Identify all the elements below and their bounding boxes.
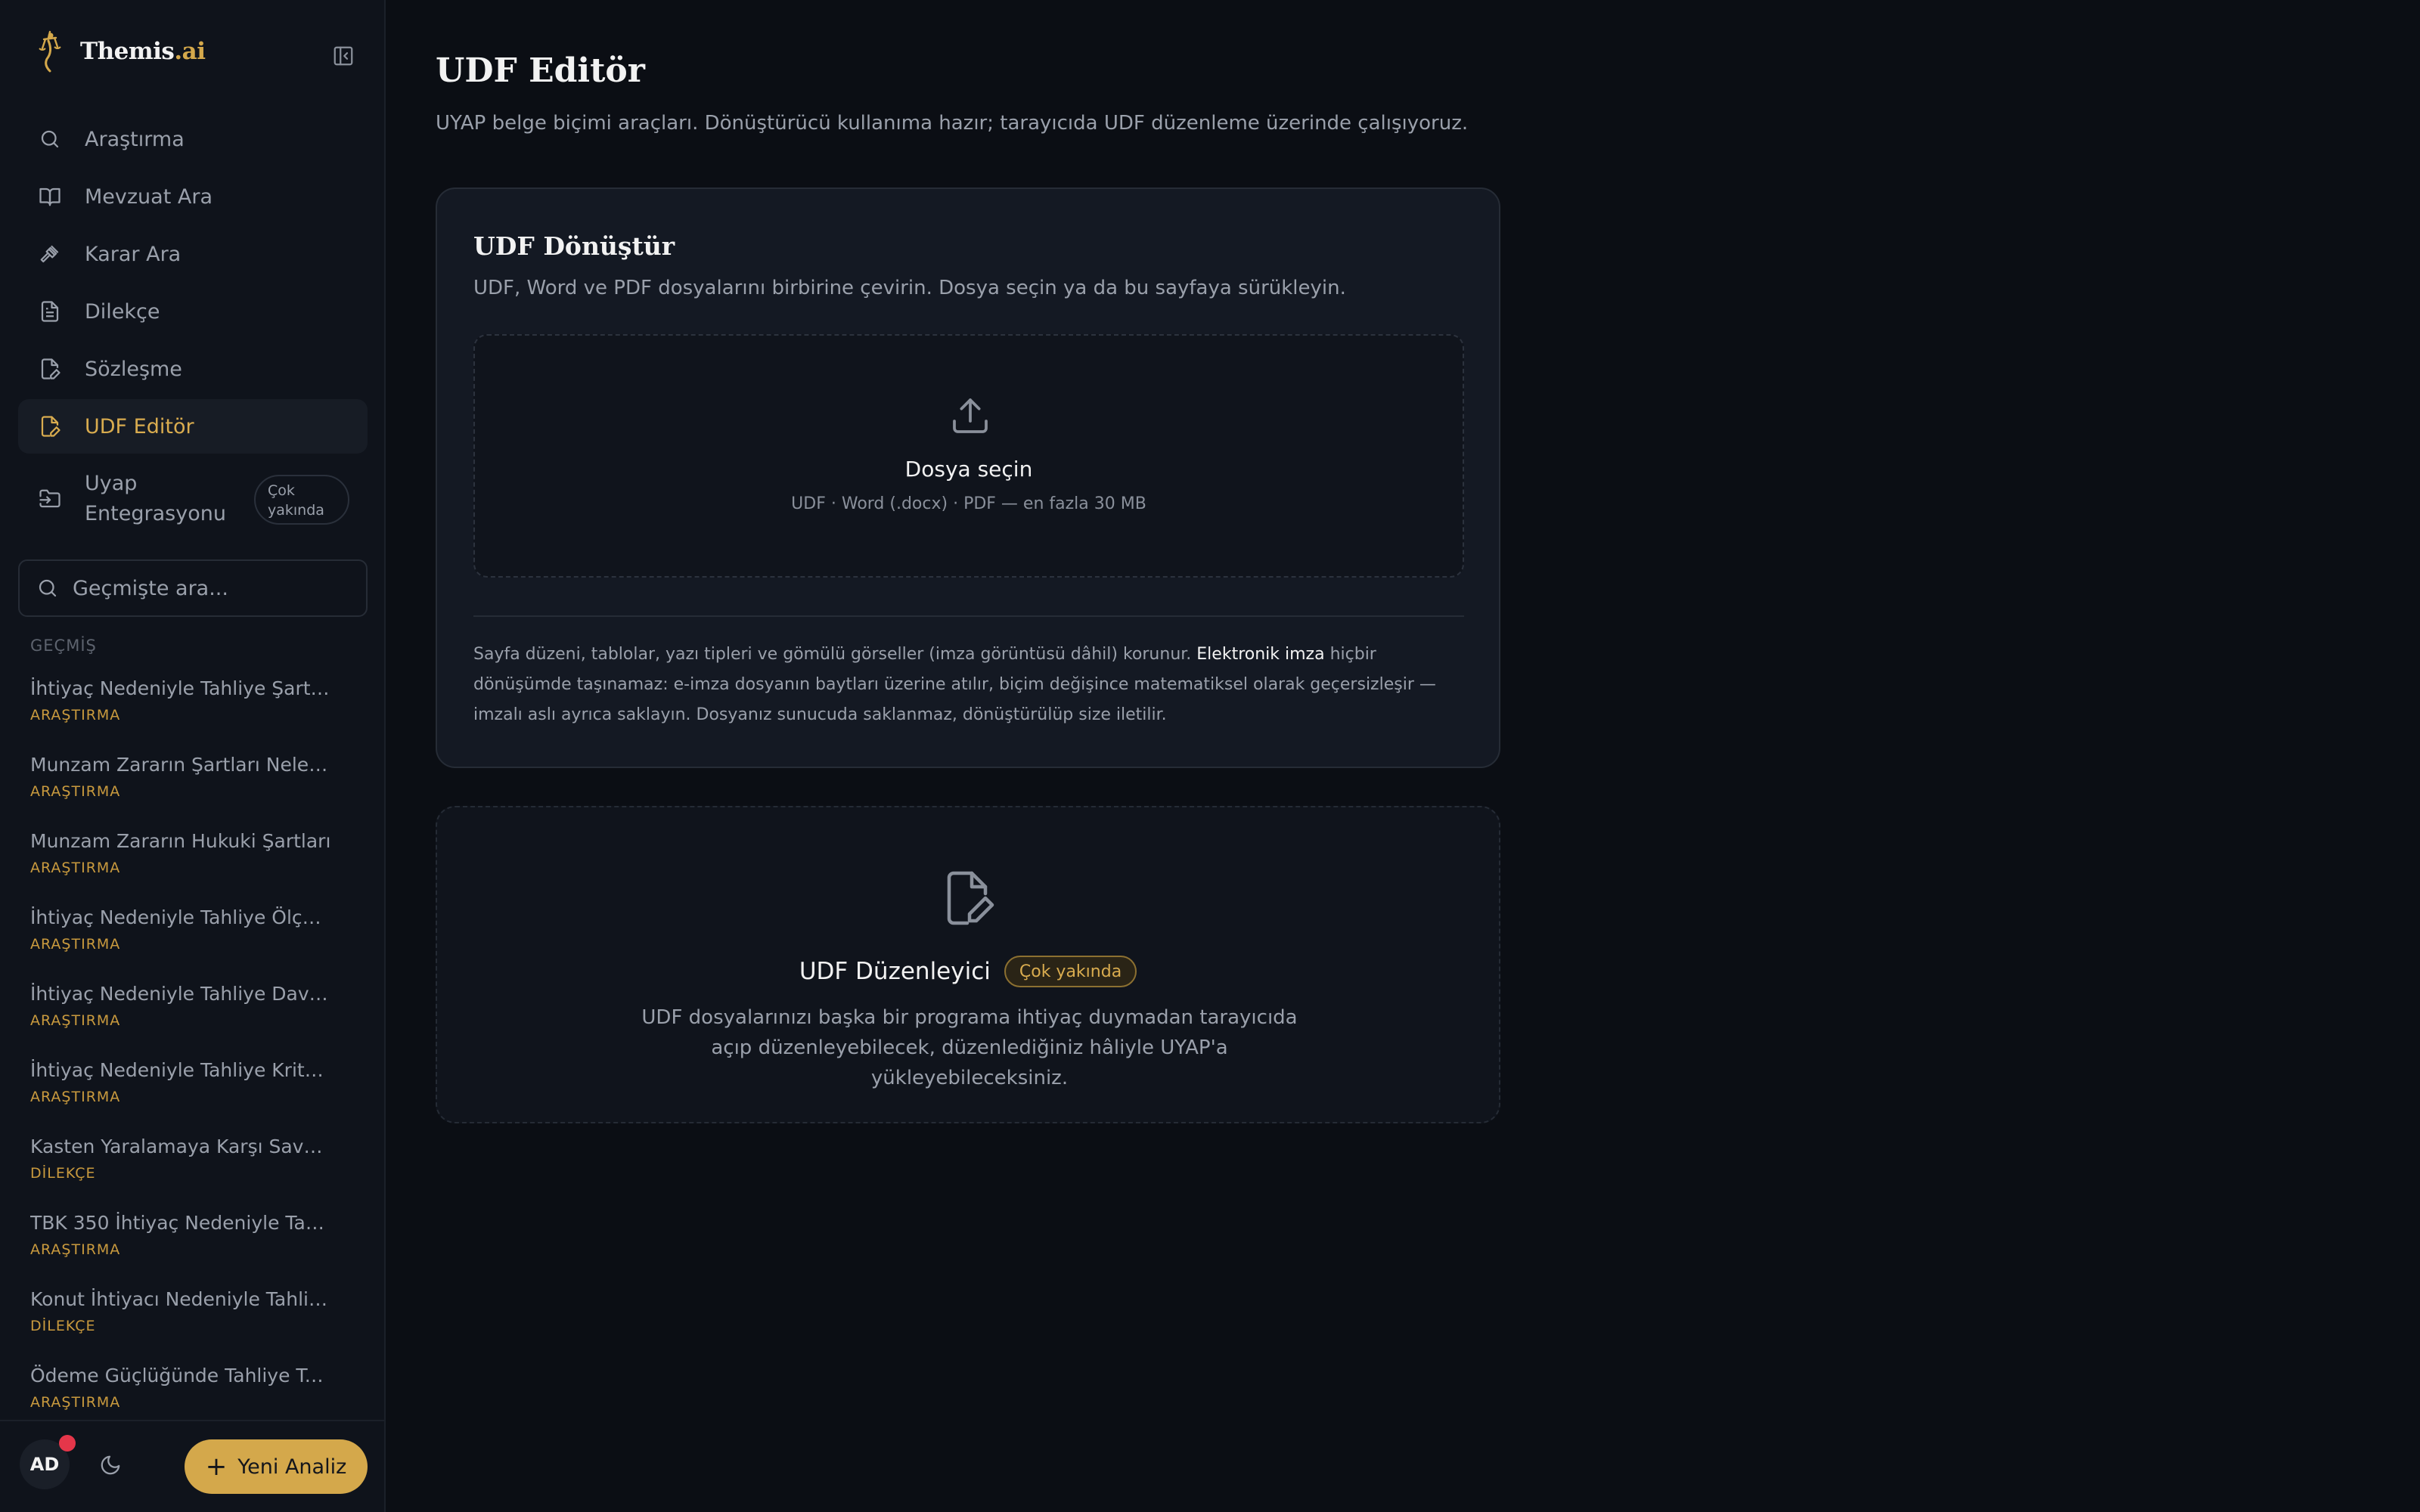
history-item[interactable]: İhtiyaç Nedeniyle Tahliye Davası ARAŞTIR… [30, 983, 333, 1029]
nav-item-arastirma[interactable]: Araştırma [18, 112, 368, 166]
coming-soon-badge: Çok yakında [1004, 956, 1137, 987]
history-item[interactable]: İhtiyaç Nedeniyle Tahliye Ölçütleri ARAŞ… [30, 906, 333, 953]
moon-icon [101, 1455, 120, 1475]
history-item[interactable]: Munzam Zararın Şartları Nelerdi... ARAŞT… [30, 754, 333, 800]
search-icon [36, 125, 64, 153]
history-header: GEÇMİŞ [30, 637, 97, 655]
nav-label: UDF Editör [85, 414, 194, 438]
coming-soon-badge: Çok yakında [254, 475, 349, 525]
sidebar-collapse-icon [334, 46, 353, 66]
page-title: UDF Editör [436, 51, 645, 90]
themis-logo-icon [39, 30, 61, 73]
collapse-sidebar-button[interactable] [328, 41, 358, 71]
file-format-hint: UDF · Word (.docx) · PDF — en fazla 30 M… [791, 494, 1146, 513]
converter-note: Sayfa düzeni, tablolar, yazı tipleri ve … [473, 645, 1436, 724]
notification-dot [59, 1435, 76, 1452]
nav-item-dilekce[interactable]: Dilekçe [18, 284, 368, 339]
nav-label: Sözleşme [85, 357, 182, 381]
new-analysis-button[interactable]: + Yeni Analiz [185, 1439, 368, 1494]
brand-name: Themis.ai [80, 38, 206, 65]
page-subtitle: UYAP belge biçimi araçları. Dönüştürücü … [436, 112, 1469, 135]
sidebar: Themis.ai Araştırma Mevzuat Ara Karar Ar… [0, 0, 386, 1512]
file-edit-icon [36, 413, 64, 440]
history-search-input[interactable] [73, 576, 345, 600]
new-analysis-label: Yeni Analiz [237, 1455, 347, 1479]
editor-title: UDF Düzenleyici [799, 958, 991, 985]
choose-file-label[interactable]: Dosya seçin [475, 457, 1463, 482]
file-dropzone[interactable]: Dosya seçin UDF · Word (.docx) · PDF — e… [473, 334, 1464, 578]
converter-subtitle: UDF, Word ve PDF dosyalarını birbirine ç… [473, 277, 1346, 299]
nav-label: Araştırma [85, 127, 185, 151]
divider [473, 615, 1464, 617]
nav-label: Karar Ara [85, 242, 182, 266]
gavel-icon [36, 240, 64, 268]
history-item[interactable]: Konut İhtiyacı Nedeniyle Tahliye ... DİL… [30, 1288, 333, 1334]
editor-description: UDF dosyalarınızı başka bir programa iht… [641, 1006, 1298, 1089]
history-item[interactable]: Ödeme Güçlüğünde Tahliye Taah... ARAŞTIR… [30, 1365, 333, 1411]
udf-converter-card: UDF Dönüştür UDF, Word ve PDF dosyaların… [436, 187, 1500, 768]
history-item[interactable]: Munzam Zararın Hukuki Şartları ARAŞTIRMA [30, 830, 333, 876]
nav-item-uyap-entegrasyonu[interactable]: Uyap Entegrasyonu Çok yakında [18, 461, 368, 537]
converter-title: UDF Dönüştür [473, 231, 675, 261]
history-item[interactable]: İhtiyaç Nedeniyle Tahliye Şartları ARAŞT… [30, 677, 333, 723]
nav-item-karar-ara[interactable]: Karar Ara [18, 227, 368, 281]
nav-label: Mevzuat Ara [85, 184, 213, 209]
plus-icon: + [205, 1452, 228, 1482]
nav-label: Dilekçe [85, 299, 160, 324]
document-icon [36, 298, 64, 325]
nav-label: Uyap Entegrasyonu [85, 472, 226, 525]
udf-editor-card: UDF Düzenleyici Çok yakında UDF dosyalar… [436, 806, 1500, 1123]
upload-icon [953, 398, 988, 433]
theme-toggle-button[interactable] [95, 1450, 126, 1480]
file-edit-icon [947, 871, 994, 925]
editor-title-row: UDF Düzenleyici Çok yakında [437, 956, 1499, 987]
folder-import-icon [36, 485, 64, 513]
nav-item-mevzuat-ara[interactable]: Mevzuat Ara [18, 169, 368, 224]
book-icon [36, 183, 64, 210]
history-item[interactable]: TBK 350 İhtiyaç Nedeniyle Tahli... ARAŞT… [30, 1212, 333, 1258]
history-item[interactable]: İhtiyaç Nedeniyle Tahliye Kriterl... ARA… [30, 1059, 333, 1105]
history-item[interactable]: Kasten Yaralamaya Karşı Savun... DİLEKÇE [30, 1136, 333, 1182]
history-search[interactable] [18, 559, 368, 617]
brand[interactable]: Themis.ai [33, 29, 206, 74]
nav-item-udf-editor[interactable]: UDF Editör [18, 399, 368, 454]
nav-item-sozlesme[interactable]: Sözleşme [18, 342, 368, 396]
search-icon [39, 579, 57, 597]
file-edit-icon [36, 355, 64, 383]
